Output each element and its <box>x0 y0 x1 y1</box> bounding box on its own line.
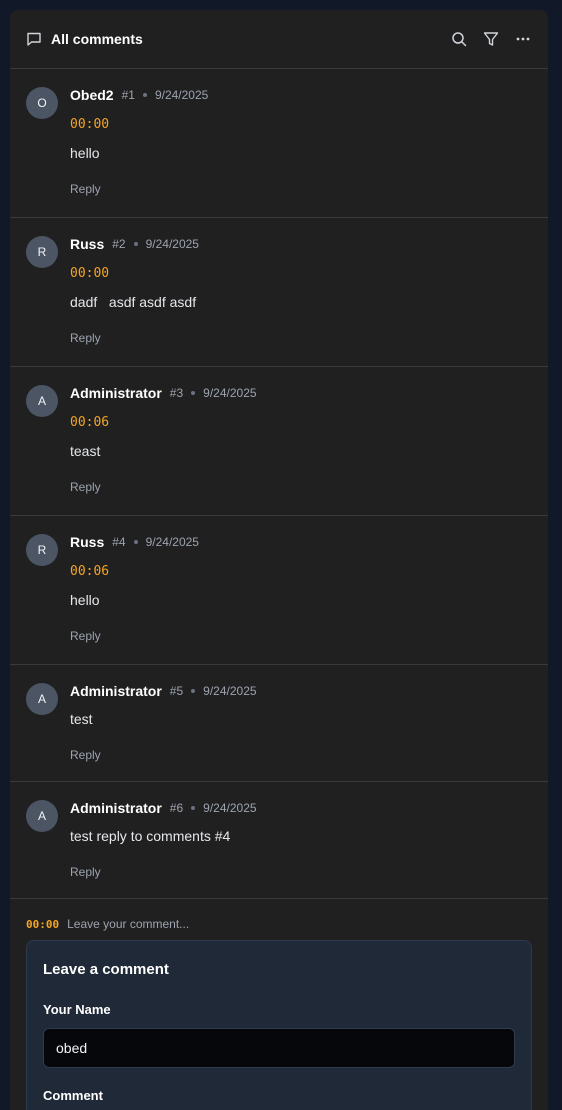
avatar: A <box>26 385 58 417</box>
comments-panel: All comments O Obed2 #1 9/24/2025 00:00 … <box>10 10 548 1110</box>
avatar: O <box>26 87 58 119</box>
comment-meta: Administrator #6 9/24/2025 <box>70 799 532 817</box>
comment-number: #1 <box>121 88 135 102</box>
comments-header: All comments <box>10 10 548 69</box>
comment-number: #5 <box>169 684 184 698</box>
comment-number: #3 <box>169 386 184 400</box>
comment-icon <box>26 31 42 47</box>
composer-hint-text: Leave your comment... <box>67 917 190 931</box>
avatar: R <box>26 534 58 566</box>
comment-author: Administrator <box>70 385 162 401</box>
comment-body: Administrator #5 9/24/2025 test Reply <box>70 683 532 781</box>
reply-button[interactable]: Reply <box>70 331 101 345</box>
separator-dot <box>191 806 196 810</box>
comment-date: 9/24/2025 <box>203 386 257 400</box>
comment-label: Comment <box>43 1088 103 1103</box>
reply-button[interactable]: Reply <box>70 629 101 643</box>
comment-timestamp[interactable]: 00:00 <box>70 116 532 133</box>
form-title: Leave a comment <box>43 961 169 978</box>
header-tools <box>450 30 532 48</box>
comment-date: 9/24/2025 <box>145 237 199 251</box>
separator-dot <box>133 242 138 246</box>
comment-text: test <box>70 711 93 727</box>
comment-item: A Administrator #5 9/24/2025 test Reply <box>10 665 548 782</box>
comment-timestamp[interactable]: 00:06 <box>70 563 532 580</box>
name-label: Your Name <box>43 1002 111 1017</box>
comment-date: 9/24/2025 <box>154 88 209 102</box>
composer-timestamp: 00:00 <box>26 917 60 931</box>
separator-dot <box>191 689 196 693</box>
comment-body: Russ #2 9/24/2025 00:00 dadf asdf asdf a… <box>70 236 532 366</box>
separator-dot <box>142 93 147 97</box>
avatar: R <box>26 236 58 268</box>
comment-meta: Russ #2 9/24/2025 <box>70 235 532 253</box>
comment-date: 9/24/2025 <box>203 684 257 698</box>
comment-author: Obed2 <box>70 87 114 103</box>
comment-item: A Administrator #3 9/24/2025 00:06 teast… <box>10 367 548 516</box>
comment-text: hello <box>70 592 100 608</box>
comment-meta: Obed2 #1 9/24/2025 <box>70 86 532 104</box>
comment-meta: Russ #4 9/24/2025 <box>70 533 532 551</box>
reply-button[interactable]: Reply <box>70 865 101 879</box>
comment-author: Russ <box>70 236 105 252</box>
comment-body: Administrator #6 9/24/2025 test reply to… <box>70 800 532 898</box>
comment-item: O Obed2 #1 9/24/2025 00:00 hello Reply <box>10 69 548 218</box>
comment-item: R Russ #2 9/24/2025 00:00 dadf asdf asdf… <box>10 218 548 367</box>
comment-meta: Administrator #3 9/24/2025 <box>70 384 532 402</box>
comment-text: teast <box>70 443 101 459</box>
comment-number: #4 <box>112 535 126 549</box>
comment-form: Leave a comment Your Name Comment <box>26 940 532 1110</box>
reply-button[interactable]: Reply <box>70 480 101 494</box>
comment-text: dadf asdf asdf asdf <box>70 294 197 310</box>
comment-number: #2 <box>112 237 126 251</box>
comment-body: Obed2 #1 9/24/2025 00:00 hello Reply <box>70 87 532 217</box>
comment-author: Administrator <box>70 800 162 816</box>
more-icon[interactable] <box>514 30 532 48</box>
separator-dot <box>191 391 196 395</box>
comment-number: #6 <box>169 801 184 815</box>
comment-timestamp[interactable]: 00:00 <box>70 265 532 282</box>
comment-body: Russ #4 9/24/2025 00:06 hello Reply <box>70 534 532 664</box>
comment-item: R Russ #4 9/24/2025 00:06 hello Reply <box>10 516 548 665</box>
search-icon[interactable] <box>450 30 468 48</box>
avatar: A <box>26 800 58 832</box>
separator-dot <box>133 540 138 544</box>
filter-icon[interactable] <box>482 30 500 48</box>
reply-button[interactable]: Reply <box>70 748 101 762</box>
page-title: All comments <box>51 31 143 47</box>
comment-date: 9/24/2025 <box>203 801 257 815</box>
comment-meta: Administrator #5 9/24/2025 <box>70 682 532 700</box>
comment-item: A Administrator #6 9/24/2025 test reply … <box>10 782 548 899</box>
comment-body: Administrator #3 9/24/2025 00:06 teast R… <box>70 385 532 515</box>
comment-author: Russ <box>70 534 105 550</box>
comment-text: hello <box>70 145 100 161</box>
comment-text: test reply to comments #4 <box>70 828 231 844</box>
name-input[interactable] <box>43 1028 515 1068</box>
comment-date: 9/24/2025 <box>145 535 199 549</box>
comment-timestamp[interactable]: 00:06 <box>70 414 532 431</box>
comment-author: Administrator <box>70 683 162 699</box>
header-title-group: All comments <box>26 31 450 47</box>
reply-button[interactable]: Reply <box>70 182 101 196</box>
avatar: A <box>26 683 58 715</box>
